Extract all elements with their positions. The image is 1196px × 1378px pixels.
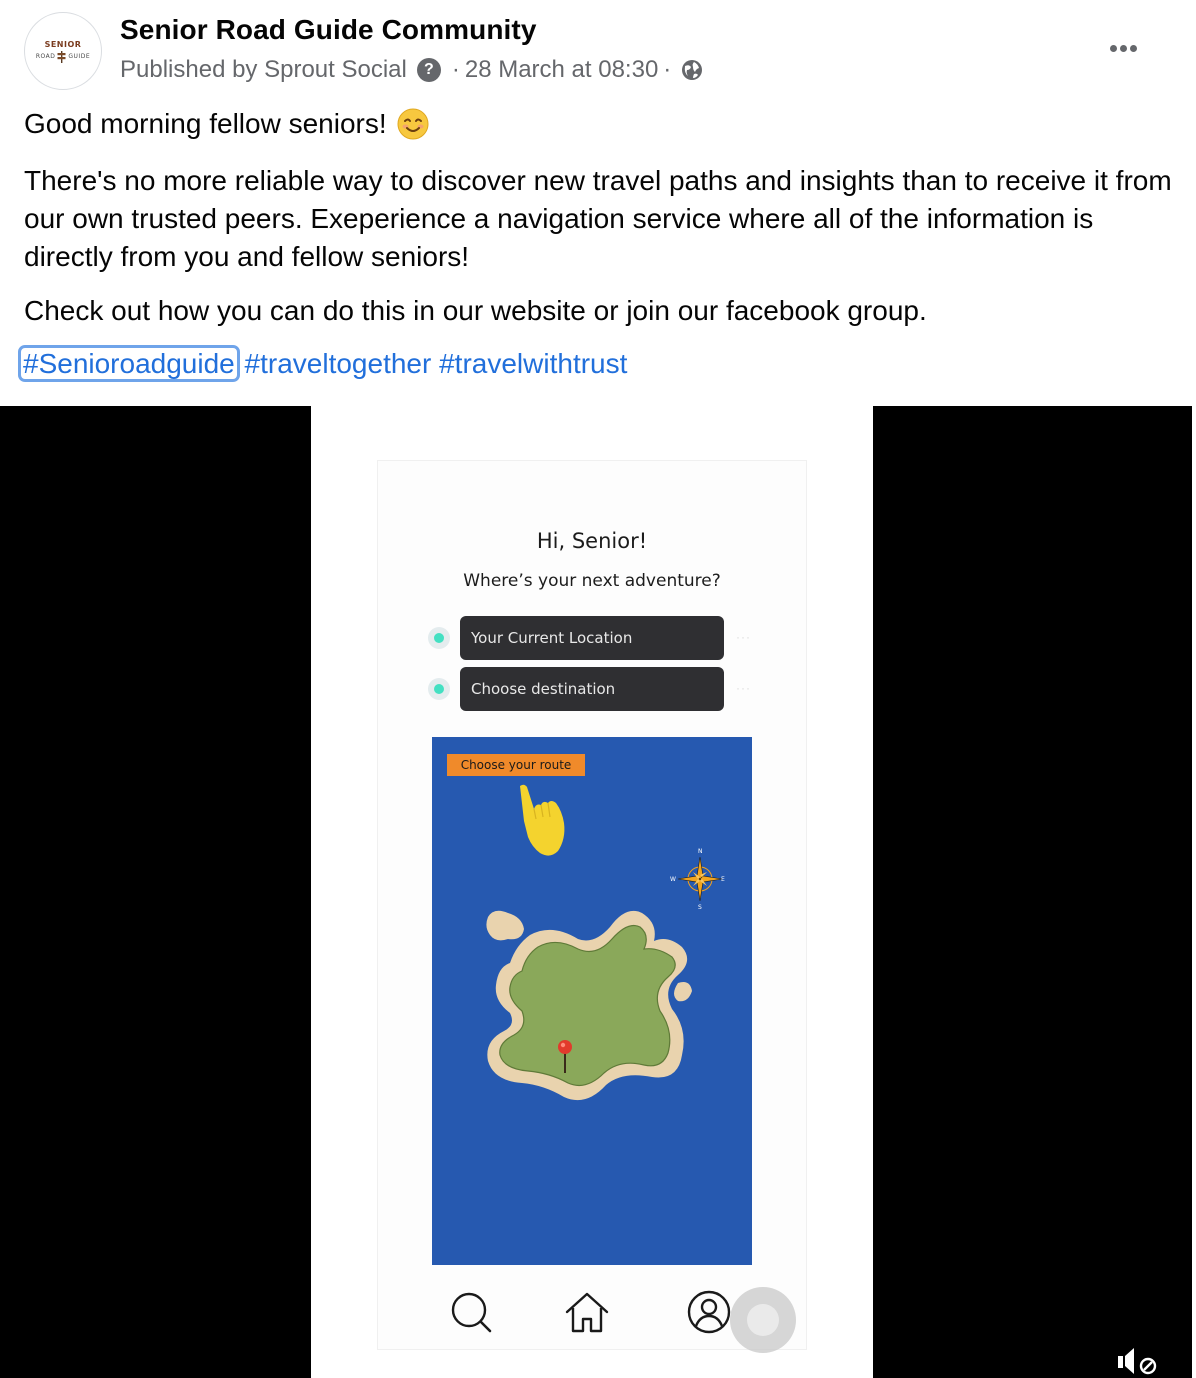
muted-speaker-icon[interactable]	[1116, 1346, 1160, 1376]
logo-text-guide: GUIDE	[68, 53, 91, 60]
origin-dot-icon	[428, 627, 450, 649]
more-options-button[interactable]	[1098, 30, 1148, 66]
destination-row: Choose destination ···	[428, 667, 768, 711]
app-tab-bar	[378, 1281, 806, 1353]
logo-text-senior: SENIOR	[44, 39, 82, 49]
post-paragraph: There's no more reliable way to discover…	[24, 165, 1172, 272]
hashtag-traveltogether[interactable]: #traveltogether	[245, 348, 432, 379]
meta-separator: ·	[451, 56, 460, 83]
map-pin-icon	[558, 1040, 572, 1073]
more-horizontal-icon	[1119, 44, 1127, 52]
globe-icon[interactable]	[680, 58, 704, 82]
logo-row: ROAD GUIDE	[35, 50, 91, 63]
destination-dot-icon	[428, 678, 450, 700]
post-call-to-action: Check out how you can do this in our web…	[24, 295, 927, 326]
compass-w: W	[670, 876, 676, 883]
post-meta: Published by Sprout Social ? · 28 March …	[120, 56, 704, 84]
search-icon[interactable]	[448, 1289, 494, 1335]
signpost-logo-icon	[57, 50, 66, 63]
field-more-icon: ···	[736, 630, 751, 644]
current-location-input[interactable]: Your Current Location	[460, 616, 724, 660]
post-greeting: Good morning fellow seniors!	[24, 108, 429, 140]
island-icon	[486, 910, 692, 1101]
home-icon[interactable]	[564, 1289, 610, 1335]
help-icon[interactable]: ?	[416, 58, 441, 82]
choose-route-button[interactable]: Choose your route	[447, 754, 585, 776]
page-name-link[interactable]: Senior Road Guide Community	[120, 14, 537, 46]
map-view[interactable]: Choose your route N W E S	[432, 737, 752, 1265]
hashtag-senioroadguide[interactable]: #Senioroadguide	[18, 345, 240, 382]
app-recording-frame: Hi, Senior! Where’s your next adventure?…	[311, 406, 873, 1378]
post-timestamp[interactable]: 28 March at 08:30	[465, 56, 658, 84]
compass-e: E	[721, 876, 725, 883]
post-header: SENIOR ROAD GUIDE Senior Road Guide Comm…	[0, 0, 1196, 100]
smiling-face-emoji-icon	[397, 108, 429, 140]
more-horizontal-icon	[1109, 44, 1117, 52]
hashtag-travelwithtrust[interactable]: #travelwithtrust	[439, 348, 627, 379]
app-greeting-subtitle: Where’s your next adventure?	[463, 571, 721, 591]
compass-icon: N W E S	[670, 848, 725, 911]
app-screen: Hi, Senior! Where’s your next adventure?…	[377, 460, 807, 1353]
published-by: Published by Sprout Social	[120, 56, 407, 83]
touch-indicator	[730, 1287, 796, 1353]
field-more-icon: ···	[736, 681, 751, 695]
page-avatar[interactable]: SENIOR ROAD GUIDE	[24, 12, 102, 90]
video-player[interactable]: Hi, Senior! Where’s your next adventure?…	[0, 406, 1192, 1378]
greeting-text: Good morning fellow seniors!	[24, 108, 387, 139]
pointing-hand-icon	[520, 784, 565, 856]
profile-icon[interactable]	[686, 1289, 732, 1335]
more-horizontal-icon	[1129, 44, 1137, 52]
compass-n: N	[698, 848, 703, 855]
destination-input[interactable]: Choose destination	[460, 667, 724, 711]
hashtag-list: #Senioroadguide #traveltogether #travelw…	[18, 345, 627, 383]
app-greeting-title: Hi, Senior!	[536, 529, 648, 553]
current-location-row: Your Current Location ···	[428, 616, 768, 660]
logo-text-road: ROAD	[35, 53, 56, 60]
meta-separator: ·	[663, 56, 672, 83]
